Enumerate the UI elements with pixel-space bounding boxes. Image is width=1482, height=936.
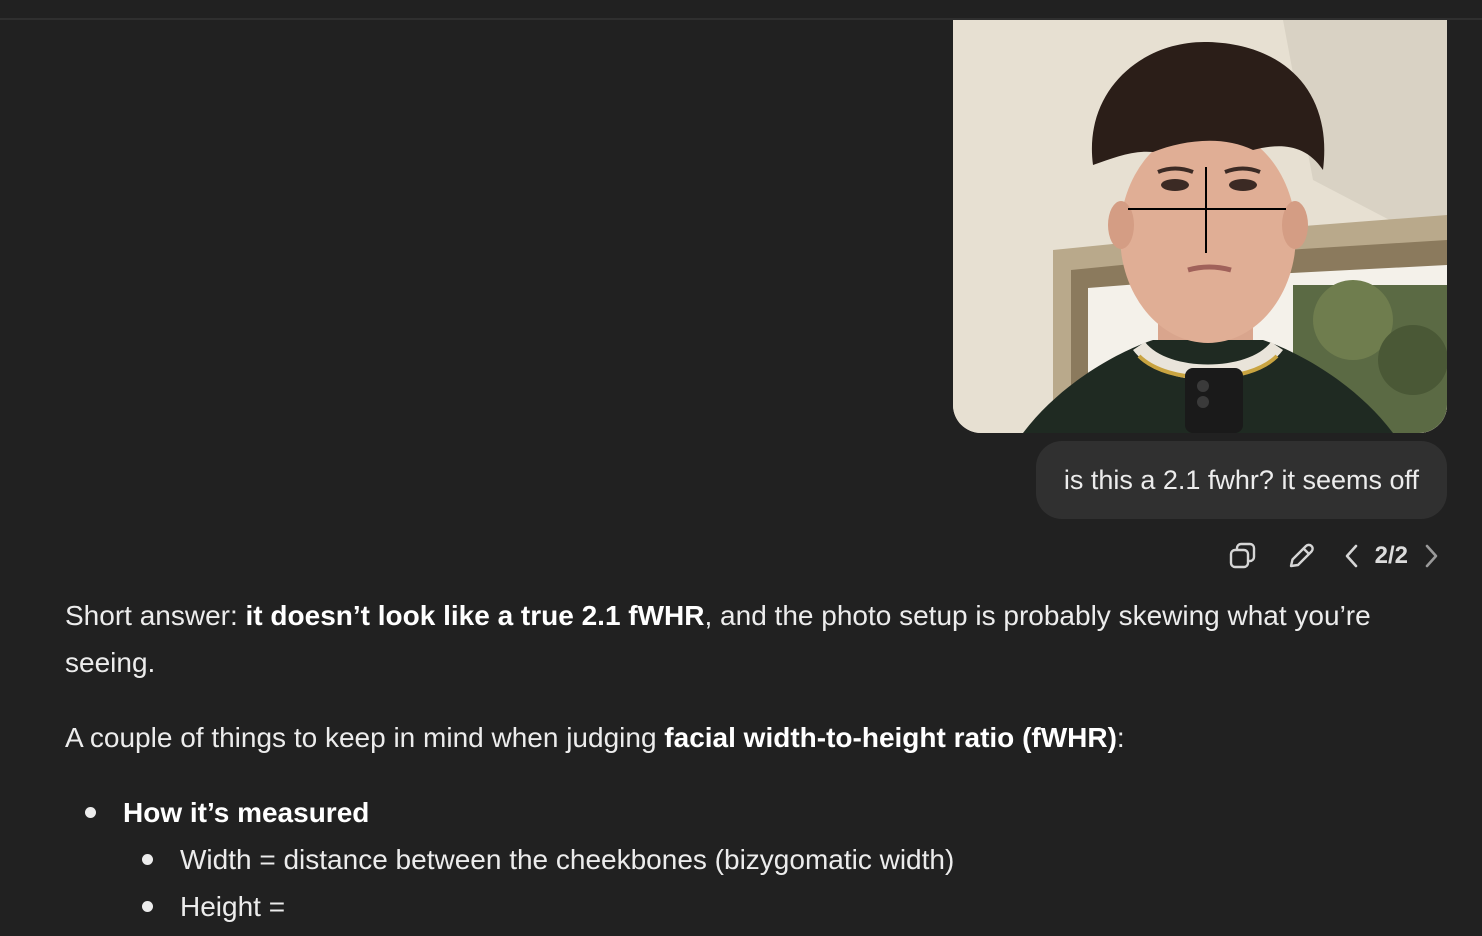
sub-list-item: Width = distance between the cheekbones … — [65, 836, 1425, 883]
list-item-title: How it’s measured — [123, 797, 370, 828]
p2-prefix: A couple of things to keep in mind when … — [65, 722, 665, 753]
response-list: How it’s measured Width = distance betwe… — [65, 789, 1425, 930]
user-message-bubble: is this a 2.1 fwhr? it seems off — [1035, 441, 1447, 519]
chevron-left-icon — [1345, 544, 1357, 568]
photo-illustration — [953, 20, 1447, 433]
user-message-text: is this a 2.1 fwhr? it seems off — [1063, 464, 1419, 495]
copy-button[interactable] — [1223, 536, 1263, 576]
pager-count: 2/2 — [1374, 542, 1408, 569]
sub-list-item-text: Height = — [180, 891, 286, 922]
sub-list-item-text: Width = distance between the cheekbones … — [180, 844, 955, 875]
p1-bold: it doesn’t look like a true 2.1 fWHR — [245, 600, 705, 631]
response-pager: 2/2 — [1339, 536, 1444, 576]
user-uploaded-photo[interactable] — [953, 20, 1447, 433]
response-paragraph-1: Short answer: it doesn’t look like a tru… — [65, 592, 1425, 686]
chevron-right-icon — [1425, 544, 1438, 568]
chat-page: is this a 2.1 fwhr? it seems off 2/2 Sho… — [0, 0, 1482, 936]
previous-response-button[interactable] — [1339, 536, 1365, 576]
p2-bold: facial width-to-height ratio (fWHR) — [664, 722, 1117, 753]
pencil-icon — [1289, 543, 1314, 568]
p1-prefix: Short answer: — [65, 600, 246, 631]
message-actions: 2/2 — [1223, 536, 1444, 576]
assistant-response: Short answer: it doesn’t look like a tru… — [65, 592, 1425, 930]
sub-list-item: Height = — [65, 883, 1425, 930]
edit-button[interactable] — [1281, 536, 1321, 576]
list-item: How it’s measured — [65, 789, 1425, 836]
response-paragraph-2: A couple of things to keep in mind when … — [65, 714, 1425, 761]
copy-icon — [1229, 542, 1255, 569]
next-response-button[interactable] — [1418, 536, 1444, 576]
p2-suffix: : — [1116, 722, 1125, 753]
